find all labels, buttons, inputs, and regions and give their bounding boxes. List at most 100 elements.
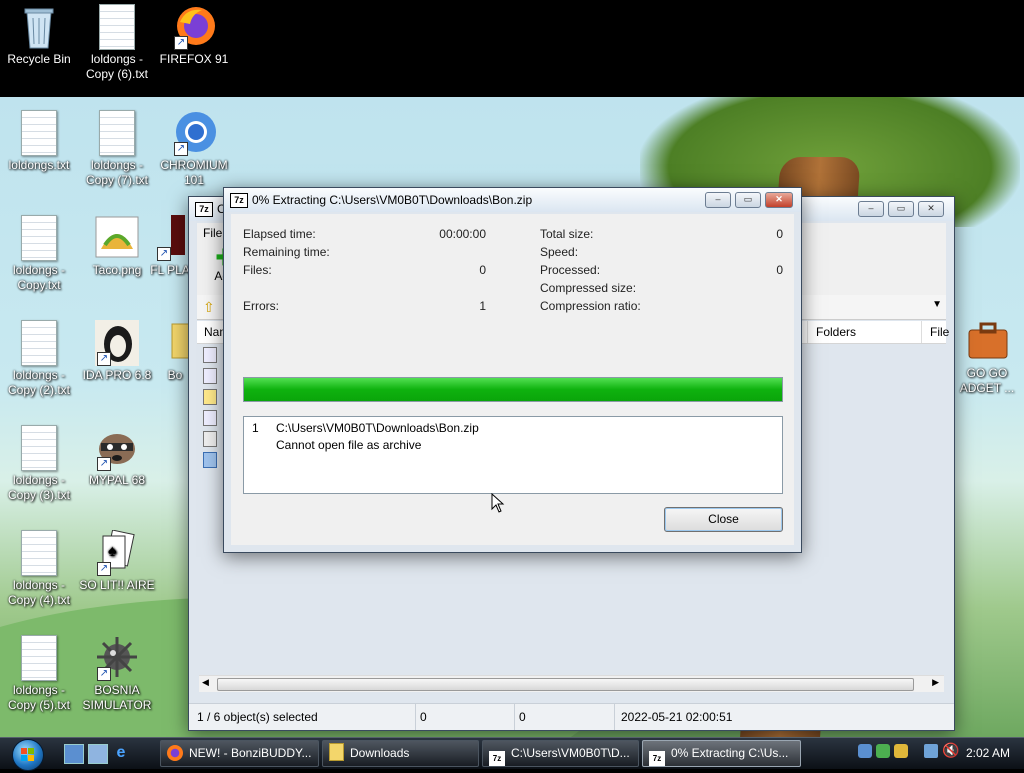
error-message-list[interactable]: 1 C:\Users\VM0B0T\Downloads\Bon.zip Cann… <box>243 416 783 494</box>
close-window-button[interactable]: ✕ <box>765 192 793 208</box>
desktop-icon-loldongs[interactable]: loldongs.txt <box>0 110 78 173</box>
taskbar-button-downloads[interactable]: Downloads <box>322 740 479 767</box>
desktop-icon-label: Bo <box>167 368 183 382</box>
shortcut-arrow-icon: ↗ <box>97 457 111 471</box>
chromium-icon: ↗ <box>172 110 216 156</box>
switch-windows-icon[interactable] <box>88 744 108 764</box>
menu-file[interactable]: File <box>203 226 222 240</box>
desktop-icon-label: Recycle Bin <box>7 52 71 66</box>
dialog-body: Elapsed time: 00:00:00 Remaining time: F… <box>231 214 794 545</box>
desktop-icon-label: MYPAL 68 <box>88 473 146 487</box>
desktop-icon-loldongs-copy-7[interactable]: loldongs - Copy (7).txt <box>78 110 156 188</box>
show-desktop-icon[interactable] <box>64 744 84 764</box>
ida-pro-icon: ↗ <box>95 320 141 366</box>
desktop-icon-label: SO LIT!! AIRE <box>79 578 155 592</box>
minimize-button[interactable]: ‒ <box>858 201 884 217</box>
dialog-titlebar[interactable]: 7z 0% Extracting C:\Users\VM0B0T\Downloa… <box>224 188 801 212</box>
desktop-icon-label: FIREFOX 91 <box>159 52 229 66</box>
column-header-files[interactable]: File <box>921 321 949 343</box>
desktop-icon-firefox[interactable]: ↗ FIREFOX 91 <box>155 4 233 67</box>
desktop-icon-loldongs-copy-2[interactable]: loldongs - Copy (2).txt <box>0 320 78 398</box>
shortcut-arrow-icon: ↗ <box>174 142 188 156</box>
desktop-icon-chromium[interactable]: ↗ CHROMIUM 101 <box>155 110 233 188</box>
network-icon[interactable] <box>858 744 872 758</box>
taskbar-button-extracting[interactable]: 7z 0% Extracting C:\Us... <box>642 740 801 767</box>
close-button[interactable]: Close <box>664 507 783 532</box>
desktop-icon-recycle-bin[interactable]: Recycle Bin <box>0 4 78 67</box>
shortcut-arrow-icon: ↗ <box>97 562 111 576</box>
desktop-icon-label: loldongs - Copy.txt <box>12 263 66 292</box>
taskbar-button-7zip-manager[interactable]: 7z C:\Users\VM0B0T\D... <box>482 740 639 767</box>
desktop-icon-loldongs-copy-6[interactable]: loldongs - Copy (6).txt <box>78 4 156 82</box>
svg-text:♠: ♠ <box>108 543 117 560</box>
taskbar-button-firefox[interactable]: NEW! - BonziBUDDY... <box>160 740 319 767</box>
desktop-icon-solitaire[interactable]: ♠ ↗ SO LIT!! AIRE <box>78 529 156 593</box>
maximize-button[interactable]: ▭ <box>735 192 761 208</box>
compression-ratio-label: Compression ratio: <box>540 299 641 313</box>
taskbar: e NEW! - BonziBUDDY... Downloads 7z C:\Us… <box>0 737 1024 771</box>
list-item-icon <box>203 431 217 447</box>
taskbar-button-label: NEW! - BonziBUDDY... <box>189 746 312 760</box>
minimize-button[interactable]: ‒ <box>705 192 731 208</box>
desktop-icon-loldongs-copy-5[interactable]: loldongs - Copy (5).txt <box>0 635 78 713</box>
desktop-icon-label: loldongs - Copy (3).txt <box>7 473 70 502</box>
remaining-time-label: Remaining time: <box>243 245 330 259</box>
list-item-icon <box>203 389 217 405</box>
message-index: 1 <box>252 421 259 435</box>
windows-logo-icon <box>12 739 44 771</box>
scrollbar-thumb[interactable] <box>217 678 914 691</box>
dialog-title: 0% Extracting C:\Users\VM0B0T\Downloads\… <box>252 193 533 207</box>
desktop-icon-label: Taco.png <box>92 263 142 277</box>
extract-progress-dialog[interactable]: 7z 0% Extracting C:\Users\VM0B0T\Downloa… <box>223 187 802 553</box>
mypal-icon: ↗ <box>95 425 139 471</box>
status-modified: 2022-05-21 02:00:51 <box>614 704 732 730</box>
column-header-folders[interactable]: Folders <box>807 321 856 343</box>
recycle-bin-icon <box>17 4 61 50</box>
horizontal-scrollbar[interactable]: ◀ ▶ <box>199 675 944 692</box>
maximize-button[interactable]: ▭ <box>888 201 914 217</box>
text-file-icon <box>17 320 61 366</box>
solitaire-icon: ♠ ↗ <box>95 529 139 576</box>
briefcase-icon <box>965 318 1009 364</box>
start-button[interactable] <box>6 738 50 771</box>
desktop-icon-bosnia-simulator[interactable]: ↗ BOSNIA SIMULATOR <box>78 635 156 713</box>
status-packed: 0 <box>514 704 609 730</box>
desktop-icon-bo-folder[interactable]: Bo <box>160 320 190 383</box>
desktop-icon-label: loldongs - Copy (6).txt <box>85 52 148 81</box>
taskbar-clock[interactable]: 2:02 AM <box>966 738 1010 769</box>
desktop-icon-loldongs-copy-4[interactable]: loldongs - Copy (4).txt <box>0 530 78 608</box>
desktop-icon-ida-pro[interactable]: ↗ IDA PRO 6.8 <box>78 320 156 383</box>
elapsed-time-value: 00:00:00 <box>439 227 486 241</box>
volume-muted-icon[interactable]: 🔇 <box>942 742 959 759</box>
taskbar-button-label: 0% Extracting C:\Us... <box>671 746 789 760</box>
shortcut-arrow-icon: ↗ <box>97 667 111 681</box>
desktop-icon-loldongs-copy-3[interactable]: loldongs - Copy (3).txt <box>0 425 78 503</box>
7zip-icon: 7z <box>489 751 505 766</box>
folder-icon <box>329 743 344 761</box>
firefox-icon <box>167 745 183 761</box>
desktop-icon-fl-player[interactable]: ↗ FL PLA <box>150 215 190 278</box>
desktop-icon-loldongs-copy[interactable]: loldongs - Copy.txt <box>0 215 78 293</box>
message-error: Cannot open file as archive <box>276 438 422 452</box>
close-window-button[interactable]: ✕ <box>918 201 944 217</box>
notification-icon[interactable] <box>894 744 908 758</box>
total-size-label: Total size: <box>540 227 594 241</box>
desktop-icon-label: CHROMIUM 101 <box>160 158 228 187</box>
desktop-icon-label: FL PLA <box>150 263 190 277</box>
internet-explorer-icon[interactable]: e <box>112 744 130 762</box>
errors-label: Errors: <box>243 299 279 313</box>
compressed-size-label: Compressed size: <box>540 281 637 295</box>
scroll-right-icon[interactable]: ▶ <box>932 677 939 688</box>
list-item-icon <box>203 452 217 468</box>
image-file-icon <box>95 215 139 261</box>
desktop-icon-taco[interactable]: Taco.png <box>78 215 156 278</box>
desktop-icon-mypal[interactable]: ↗ MYPAL 68 <box>78 425 156 488</box>
desktop-icon-gadget[interactable]: GO GO ADGET ... <box>950 318 1024 396</box>
folder-up-icon[interactable]: ⇧ <box>203 299 219 315</box>
chevron-down-icon[interactable]: ▼ <box>932 299 942 310</box>
display-icon[interactable] <box>924 744 938 758</box>
scroll-left-icon[interactable]: ◀ <box>202 677 209 688</box>
desktop-icon-label: IDA PRO 6.8 <box>82 368 152 382</box>
speed-label: Speed: <box>540 245 579 259</box>
security-icon[interactable] <box>876 744 890 758</box>
